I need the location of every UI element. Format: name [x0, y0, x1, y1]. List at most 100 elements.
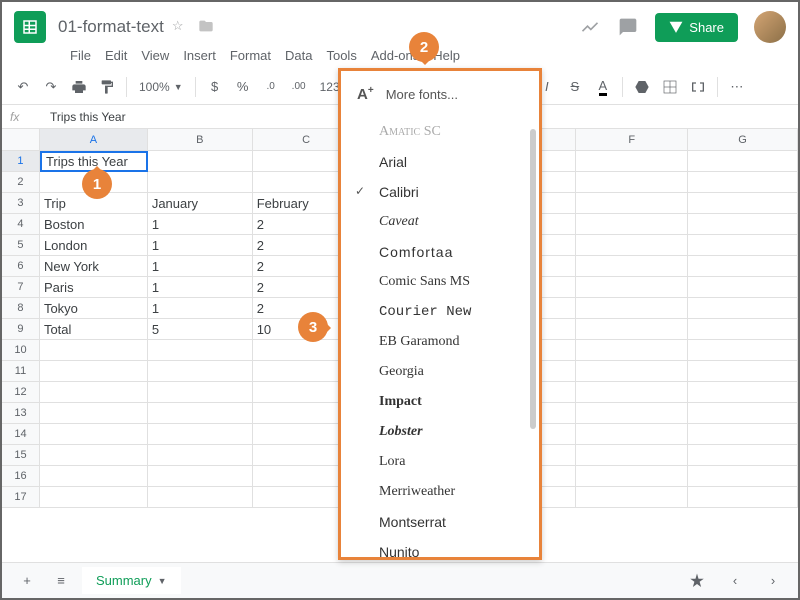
cell-A7[interactable]: Paris	[40, 277, 148, 298]
cell-A11[interactable]	[40, 361, 148, 382]
cell-B6[interactable]: 1	[148, 256, 253, 277]
cell-B4[interactable]: 1	[148, 214, 253, 235]
cell-F5[interactable]	[576, 235, 688, 256]
cell-A4[interactable]: Boston	[40, 214, 148, 235]
cell-B1[interactable]	[148, 151, 253, 172]
fill-color-icon[interactable]	[629, 74, 655, 100]
row-header-7[interactable]: 7	[2, 277, 40, 298]
cell-B8[interactable]: 1	[148, 298, 253, 319]
cell-G1[interactable]	[688, 151, 798, 172]
font-option-georgia[interactable]: Georgia	[341, 357, 539, 387]
cell-B17[interactable]	[148, 487, 253, 508]
row-header-15[interactable]: 15	[2, 445, 40, 466]
cell-F1[interactable]	[576, 151, 688, 172]
redo-icon[interactable]: ↷	[38, 74, 64, 100]
cell-B16[interactable]	[148, 466, 253, 487]
cell-G14[interactable]	[688, 424, 798, 445]
cell-A14[interactable]	[40, 424, 148, 445]
cell-B7[interactable]: 1	[148, 277, 253, 298]
row-header-2[interactable]: 2	[2, 172, 40, 193]
cell-A13[interactable]	[40, 403, 148, 424]
folder-icon[interactable]	[198, 18, 216, 36]
font-option-merriweather[interactable]: Merriweather	[341, 477, 539, 507]
menu-tools[interactable]: Tools	[320, 46, 362, 65]
row-header-8[interactable]: 8	[2, 298, 40, 319]
font-option-amatic sc[interactable]: Amatic SC	[341, 117, 539, 147]
font-option-nunito[interactable]: Nunito	[341, 537, 539, 560]
row-header-1[interactable]: 1	[2, 151, 40, 172]
strikethrough-icon[interactable]: S	[562, 74, 588, 100]
paint-format-icon[interactable]	[94, 74, 120, 100]
cell-G12[interactable]	[688, 382, 798, 403]
cell-G13[interactable]	[688, 403, 798, 424]
menu-data[interactable]: Data	[279, 46, 318, 65]
font-option-calibri[interactable]: Calibri	[341, 177, 539, 207]
cell-G16[interactable]	[688, 466, 798, 487]
font-option-impact[interactable]: Impact	[341, 387, 539, 417]
cell-G17[interactable]	[688, 487, 798, 508]
font-option-lobster[interactable]: Lobster	[341, 417, 539, 447]
cell-B14[interactable]	[148, 424, 253, 445]
decimal-increase-icon[interactable]: .00	[286, 74, 312, 100]
trend-icon[interactable]	[579, 16, 601, 38]
col-header-B[interactable]: B	[148, 129, 253, 151]
cell-G4[interactable]	[688, 214, 798, 235]
cell-A10[interactable]	[40, 340, 148, 361]
cell-A17[interactable]	[40, 487, 148, 508]
font-option-eb garamond[interactable]: EB Garamond	[341, 327, 539, 357]
font-option-caveat[interactable]: Caveat	[341, 207, 539, 237]
font-option-courier new[interactable]: Courier New	[341, 297, 539, 327]
cell-F6[interactable]	[576, 256, 688, 277]
cell-B3[interactable]: January	[148, 193, 253, 214]
cell-B5[interactable]: 1	[148, 235, 253, 256]
cell-A15[interactable]	[40, 445, 148, 466]
cell-F4[interactable]	[576, 214, 688, 235]
col-header-F[interactable]: F	[576, 129, 688, 151]
merge-icon[interactable]	[685, 74, 711, 100]
cell-B12[interactable]	[148, 382, 253, 403]
cell-A16[interactable]	[40, 466, 148, 487]
row-header-9[interactable]: 9	[2, 319, 40, 340]
borders-icon[interactable]	[657, 74, 683, 100]
cell-F3[interactable]	[576, 193, 688, 214]
row-header-17[interactable]: 17	[2, 487, 40, 508]
cell-F10[interactable]	[576, 340, 688, 361]
cell-G11[interactable]	[688, 361, 798, 382]
cell-B2[interactable]	[148, 172, 253, 193]
cell-F8[interactable]	[576, 298, 688, 319]
menu-format[interactable]: Format	[224, 46, 277, 65]
explore-icon[interactable]	[684, 568, 710, 594]
share-button[interactable]: Share	[655, 13, 738, 42]
cell-G10[interactable]	[688, 340, 798, 361]
cell-A5[interactable]: London	[40, 235, 148, 256]
zoom-selector[interactable]: 100% ▼	[133, 80, 189, 94]
row-header-14[interactable]: 14	[2, 424, 40, 445]
cell-B9[interactable]: 5	[148, 319, 253, 340]
row-header-12[interactable]: 12	[2, 382, 40, 403]
menu-edit[interactable]: Edit	[99, 46, 133, 65]
cell-G2[interactable]	[688, 172, 798, 193]
menu-file[interactable]: File	[64, 46, 97, 65]
add-sheet-icon[interactable]: +	[14, 568, 40, 594]
currency-icon[interactable]: $	[202, 74, 228, 100]
scroll-right-icon[interactable]: ›	[760, 568, 786, 594]
cell-F13[interactable]	[576, 403, 688, 424]
row-header-11[interactable]: 11	[2, 361, 40, 382]
text-color-icon[interactable]: A	[590, 74, 616, 100]
row-header-13[interactable]: 13	[2, 403, 40, 424]
font-option-comic sans ms[interactable]: Comic Sans MS	[341, 267, 539, 297]
row-header-6[interactable]: 6	[2, 256, 40, 277]
cell-B15[interactable]	[148, 445, 253, 466]
decimal-decrease-icon[interactable]: .0	[258, 74, 284, 100]
sheet-tab-summary[interactable]: Summary ▼	[82, 567, 181, 594]
row-header-16[interactable]: 16	[2, 466, 40, 487]
more-icon[interactable]: ⋯	[724, 74, 750, 100]
row-header-4[interactable]: 4	[2, 214, 40, 235]
document-title[interactable]: 01-format-text	[58, 17, 164, 37]
cell-F7[interactable]	[576, 277, 688, 298]
comment-icon[interactable]	[617, 16, 639, 38]
undo-icon[interactable]: ↶	[10, 74, 36, 100]
cell-G3[interactable]	[688, 193, 798, 214]
cell-F16[interactable]	[576, 466, 688, 487]
cell-A8[interactable]: Tokyo	[40, 298, 148, 319]
